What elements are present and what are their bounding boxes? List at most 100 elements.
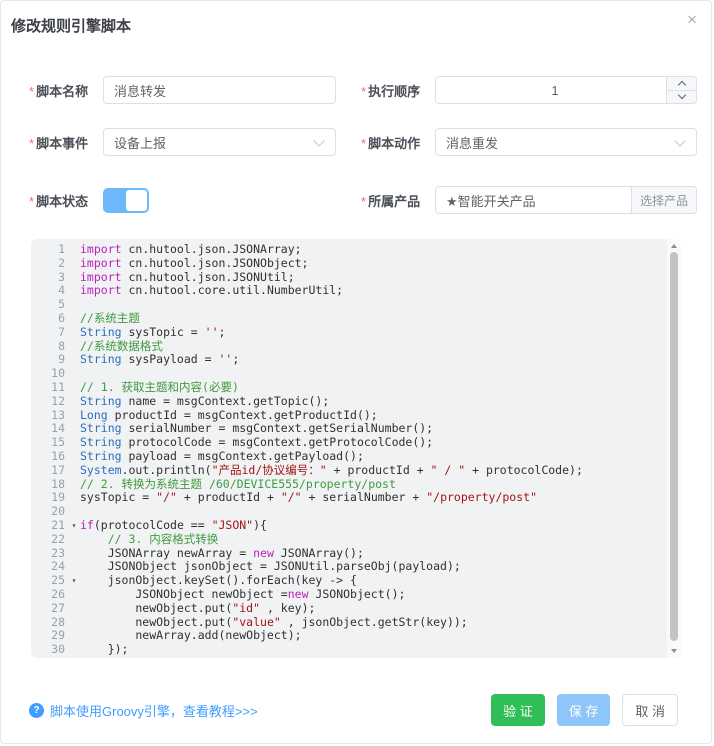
code-line: 1 import cn.hutool.json.JSONArray; <box>31 243 667 257</box>
required-marker: * <box>361 136 366 151</box>
code-text: jsonObject.keySet().forEach(key -> { <box>80 574 667 588</box>
scroll-down-icon[interactable] <box>671 649 677 653</box>
fold-gutter <box>68 367 80 381</box>
groovy-tutorial-link[interactable]: ? 脚本使用Groovy引擎，查看教程>>> <box>29 701 258 720</box>
code-line: 27 newObject.put("id" , key); <box>31 602 667 616</box>
fold-gutter <box>68 312 80 326</box>
fold-arrow-icon[interactable]: ▾ <box>68 574 80 588</box>
code-text: if(protocolCode == "JSON"){ <box>80 519 667 533</box>
line-number: 17 <box>31 464 68 478</box>
script-action-label: *脚本动作 <box>361 133 427 152</box>
script-status-field: *脚本状态 <box>29 188 336 213</box>
form-row-3: *脚本状态 *所属产品 选择产品 <box>29 186 697 214</box>
line-number: 1 <box>31 243 68 257</box>
validate-button[interactable]: 验 证 <box>491 694 545 726</box>
fold-gutter <box>68 533 80 547</box>
fold-gutter <box>68 422 80 436</box>
line-number: 6 <box>31 312 68 326</box>
code-line: 16String payload = msgContext.getPayload… <box>31 450 667 464</box>
close-icon[interactable]: × <box>687 11 697 28</box>
code-line: 28 newObject.put("value" , jsonObject.ge… <box>31 616 667 630</box>
fold-arrow-icon[interactable]: ▾ <box>68 519 80 533</box>
line-number: 28 <box>31 616 68 630</box>
toggle-knob <box>126 190 147 211</box>
script-event-value: 设备上报 <box>104 133 315 152</box>
product-input[interactable] <box>436 187 631 213</box>
line-number: 11 <box>31 381 68 395</box>
code-line: 25▾ jsonObject.keySet().forEach(key -> { <box>31 574 667 588</box>
cancel-button[interactable]: 取 消 <box>622 694 678 726</box>
code-text: JSONArray newArray = new JSONArray(); <box>80 547 667 561</box>
fold-gutter <box>68 478 80 492</box>
code-text: String sysPayload = ''; <box>80 353 667 367</box>
fold-gutter <box>68 464 80 478</box>
code-text: String protocolCode = msgContext.getProt… <box>80 436 667 450</box>
code-line: 22 // 3. 内容格式转换 <box>31 533 667 547</box>
code-line: 4import cn.hutool.core.util.NumberUtil; <box>31 284 667 298</box>
code-text <box>80 505 667 519</box>
code-line: 6 //系统主题 <box>31 312 667 326</box>
editor-scrollbar[interactable] <box>667 239 681 658</box>
fold-gutter <box>68 271 80 285</box>
code-line: 29 newArray.add(newObject); <box>31 629 667 643</box>
select-product-button[interactable]: 选择产品 <box>631 187 696 213</box>
code-line: 9 String sysPayload = ''; <box>31 353 667 367</box>
dialog-footer: ? 脚本使用Groovy引擎，查看教程>>> 验 证 保 存 取 消 <box>29 694 689 726</box>
line-number: 10 <box>31 367 68 381</box>
script-code-editor[interactable]: 1import cn.hutool.json.JSONArray;2import… <box>31 239 681 658</box>
code-line: 14String serialNumber = msgContext.getSe… <box>31 422 667 436</box>
script-status-toggle[interactable] <box>103 188 149 213</box>
fold-gutter <box>68 505 80 519</box>
code-line: 19sysTopic = "/" + productId + "/" + ser… <box>31 491 667 505</box>
script-event-select[interactable]: 设备上报 <box>103 128 336 156</box>
number-spinner <box>666 77 696 103</box>
help-text: 脚本使用Groovy引擎，查看教程>>> <box>50 701 258 720</box>
dialog-title: 修改规则引擎脚本 <box>11 18 131 35</box>
footer-buttons: 验 证 保 存 取 消 <box>491 694 689 726</box>
code-text: //系统数据格式 <box>80 340 667 354</box>
script-action-value: 消息重发 <box>436 133 676 152</box>
exec-order-input[interactable] <box>436 77 696 103</box>
spinner-up-button[interactable] <box>667 77 696 91</box>
code-text: import cn.hutool.json.JSONArray; <box>80 243 667 257</box>
line-number: 9 <box>31 353 68 367</box>
fold-gutter <box>68 298 80 312</box>
code-line: 11// 1. 获取主题和内容(必要) <box>31 381 667 395</box>
line-number: 16 <box>31 450 68 464</box>
script-name-input[interactable] <box>104 77 335 103</box>
script-status-label: *脚本状态 <box>29 191 95 210</box>
fold-gutter <box>68 284 80 298</box>
fold-gutter <box>68 243 80 257</box>
code-line: 5 <box>31 298 667 312</box>
scrollbar-thumb[interactable] <box>670 252 678 641</box>
code-text: JSONObject jsonObject = JSONUtil.parseOb… <box>80 560 667 574</box>
script-name-input-wrap <box>103 76 336 104</box>
code-text: newObject.put("value" , jsonObject.getSt… <box>80 616 667 630</box>
product-input-group: 选择产品 <box>435 186 697 214</box>
scroll-up-icon[interactable] <box>671 244 677 248</box>
code-text: //系统主题 <box>80 312 667 326</box>
form-row-2: *脚本事件 设备上报 *脚本动作 消息重发 <box>29 128 697 156</box>
code-text: JSONObject newObject =new JSONObject(); <box>80 588 667 602</box>
line-number: 26 <box>31 588 68 602</box>
code-text: import cn.hutool.json.JSONUtil; <box>80 271 667 285</box>
script-event-label: *脚本事件 <box>29 133 95 152</box>
script-action-select[interactable]: 消息重发 <box>435 128 697 156</box>
fold-gutter <box>68 560 80 574</box>
question-icon: ? <box>29 703 44 718</box>
fold-gutter <box>68 353 80 367</box>
line-number: 7 <box>31 326 68 340</box>
line-number: 13 <box>31 409 68 423</box>
fold-gutter <box>68 629 80 643</box>
save-button[interactable]: 保 存 <box>557 694 611 726</box>
line-number: 27 <box>31 602 68 616</box>
code-text: newObject.put("id" , key); <box>80 602 667 616</box>
line-number: 19 <box>31 491 68 505</box>
line-number: 30 <box>31 643 68 657</box>
spinner-down-button[interactable] <box>667 91 696 104</box>
code-line: 17 System.out.println("产品id/协议编号：" + prod… <box>31 464 667 478</box>
line-number: 29 <box>31 629 68 643</box>
code-text: System.out.println("产品id/协议编号：" + produc… <box>80 464 667 478</box>
code-line: 20 <box>31 505 667 519</box>
code-line: 30 }); <box>31 643 667 657</box>
